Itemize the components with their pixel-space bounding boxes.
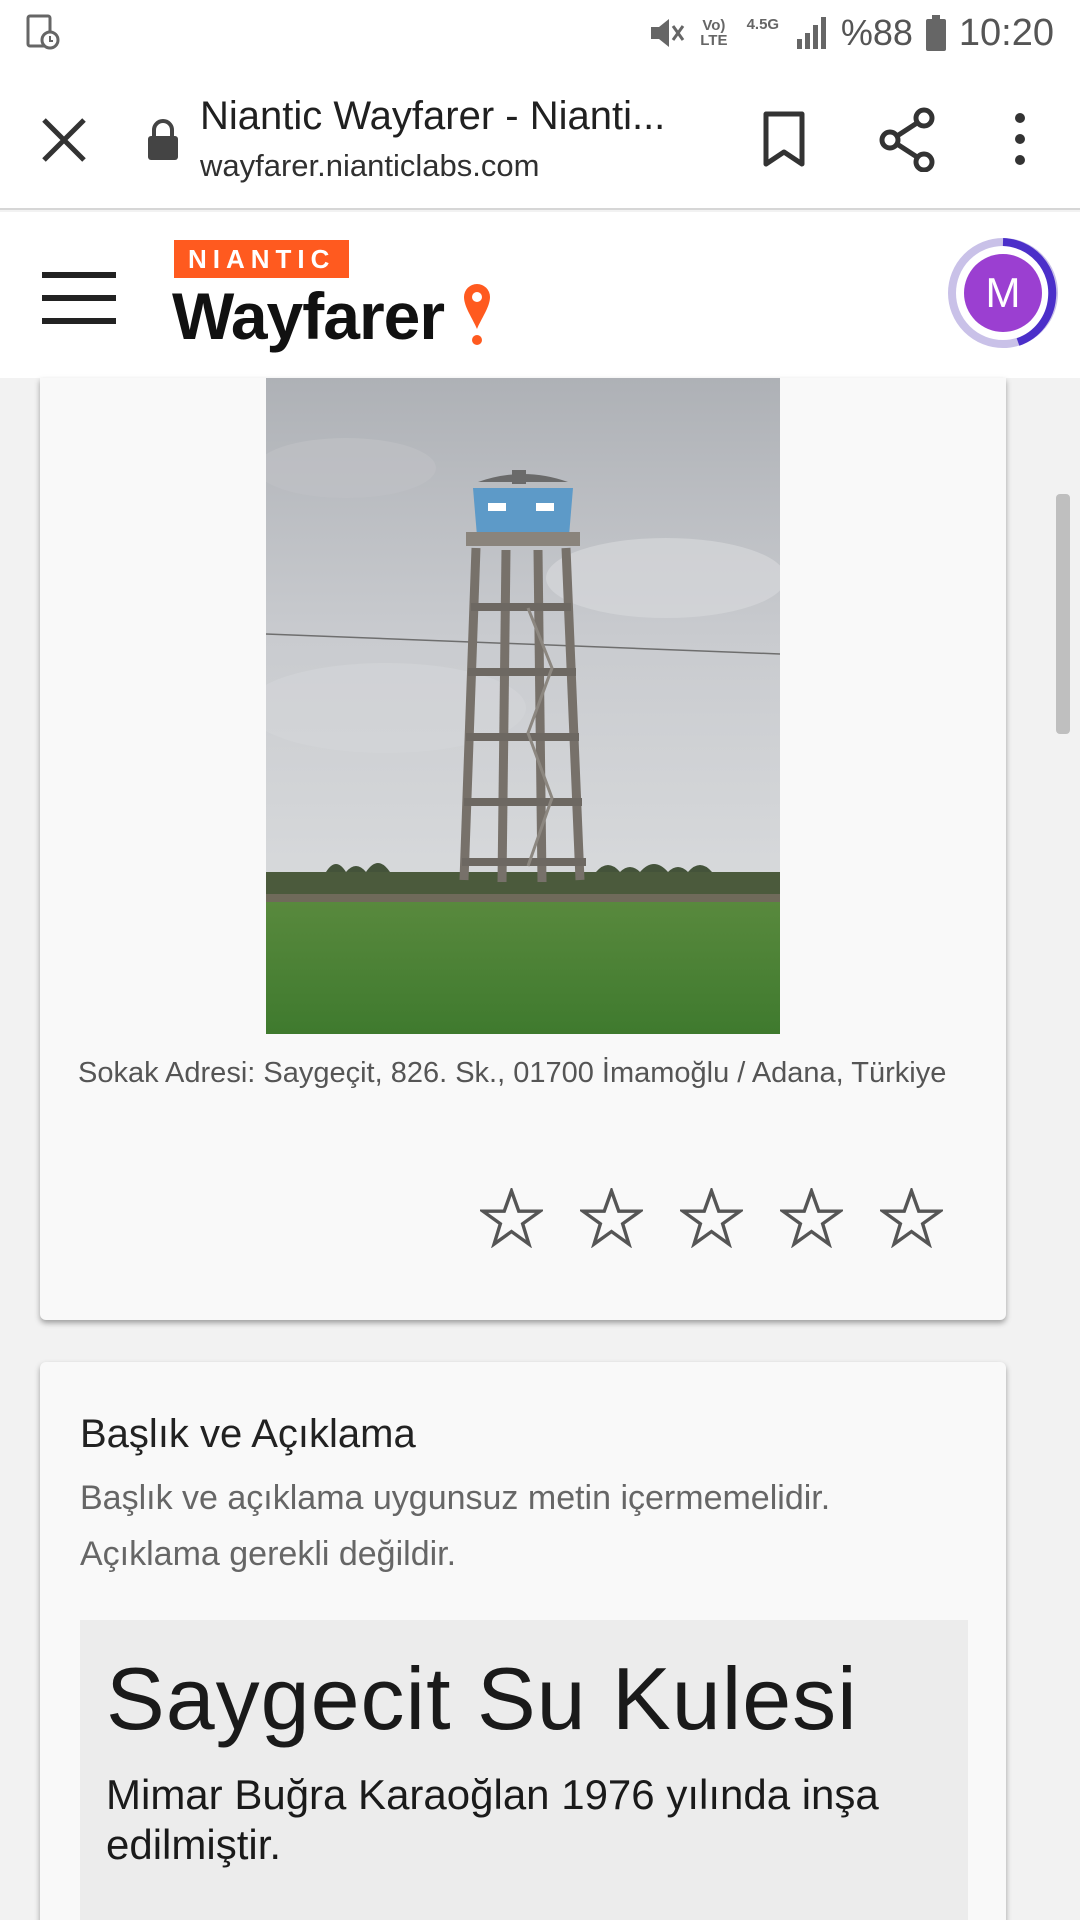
bookmark-icon[interactable] [756, 106, 812, 172]
poi-title: Saygecit Su Kulesi [106, 1649, 858, 1748]
more-vert-icon[interactable] [1000, 106, 1040, 172]
street-address: Sokak Adresi: Saygeçit, 826. Sk., 01700 … [78, 1057, 947, 1089]
mute-icon [650, 19, 685, 47]
battery-percent: %88 [840, 12, 913, 53]
poi-photo[interactable] [266, 378, 780, 1034]
star-5-icon[interactable] [880, 1188, 943, 1248]
close-icon[interactable] [36, 112, 92, 168]
niantic-logo: NIANTIC [174, 240, 350, 278]
share-icon[interactable] [876, 106, 940, 172]
star-rating[interactable] [480, 1188, 943, 1248]
battery-icon [925, 15, 946, 51]
section-heading: Başlık ve Açıklama [80, 1412, 416, 1456]
star-1-icon[interactable] [480, 1188, 543, 1248]
lock-icon [148, 119, 178, 160]
star-4-icon[interactable] [780, 1188, 843, 1248]
photo-card: Sokak Adresi: Saygeçit, 826. Sk., 01700 … [40, 378, 1006, 1320]
status-right: Vo) LTE 4.5G %88 10:20 [647, 8, 1054, 58]
star-2-icon[interactable] [580, 1188, 643, 1248]
hamburger-menu-icon[interactable] [42, 272, 116, 324]
network-type: 4.5G [746, 15, 780, 33]
page-url[interactable]: wayfarer.nianticlabs.com [200, 148, 539, 184]
clock: 10:20 [958, 11, 1054, 54]
volte-icon: Vo) LTE [700, 17, 728, 49]
screen-record-icon [26, 14, 60, 50]
signal-icon [796, 17, 826, 49]
star-3-icon[interactable] [680, 1188, 743, 1248]
page-scrollbar[interactable] [1056, 494, 1070, 734]
status-bar: Vo) LTE 4.5G %88 10:20 [0, 0, 1080, 66]
page-title[interactable]: Niantic Wayfarer - Nianti... [200, 94, 680, 139]
browser-toolbar: Niantic Wayfarer - Nianti... wayfarer.ni… [0, 66, 1080, 210]
wayfarer-logo[interactable]: Wayfarer [172, 278, 445, 354]
title-description-card: Başlık ve Açıklama Başlık ve açıklama uy… [40, 1362, 1006, 1920]
poi-title-box: Saygecit Su Kulesi Mimar Buğra Karaoğlan… [80, 1620, 968, 1920]
poi-description: Mimar Buğra Karaoğlan 1976 yılında inşa … [106, 1771, 879, 1868]
avatar[interactable]: M [964, 254, 1042, 332]
section-instruction: Başlık ve açıklama uygunsuz metin içerme… [80, 1479, 831, 1573]
app-header: NIANTIC Wayfarer M [0, 212, 1080, 378]
location-pin-icon [464, 284, 490, 345]
